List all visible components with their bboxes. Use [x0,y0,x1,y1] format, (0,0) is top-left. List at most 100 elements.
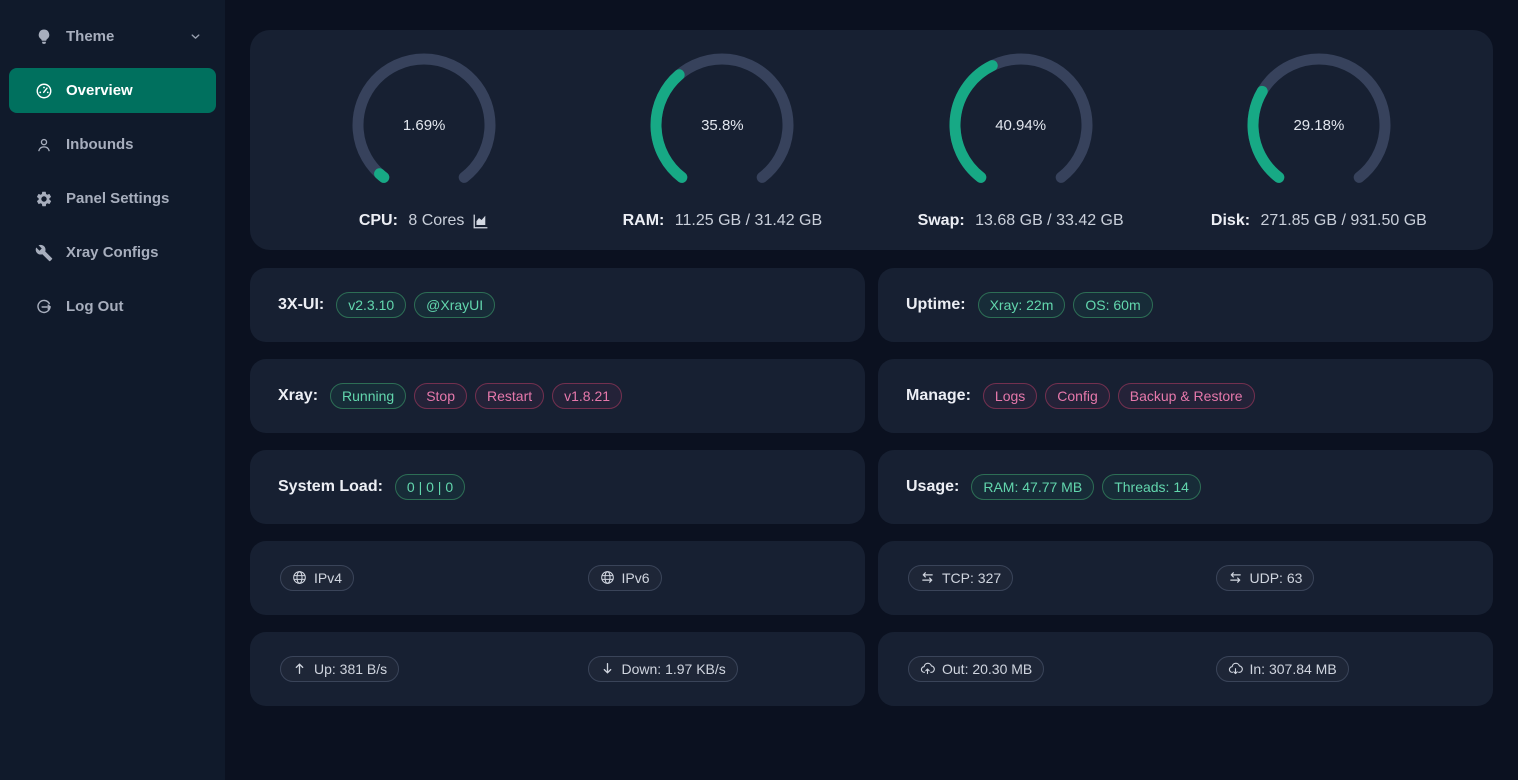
gauge-caption-value: 11.25 GB / 31.42 GB [670,212,822,230]
tag-label: v1.8.21 [564,387,610,406]
info-card-title: 3X-UI: [278,296,324,314]
gauge-caption: Swap: 13.68 GB / 33.42 GB [918,212,1124,230]
info-card-title: Uptime: [906,296,966,314]
dashboard-icon [35,82,53,100]
tag-group: Xray: 22m OS: 60m [978,292,1153,319]
info-card-row4-col1: Out: 20.30 MB In: 307.84 MB [878,632,1493,706]
tag-columns: Up: 381 B/s Down: 1.97 KB/s [250,656,865,683]
info-card-title: Xray: [278,387,318,405]
gauge-ring: 29.18% [1244,50,1394,200]
gauge-caption: Disk: 271.85 GB / 931.50 GB [1211,212,1427,230]
tag-label: Running [342,387,394,406]
gauge-caption-bold: Swap: [918,212,965,230]
wrench-icon [35,244,53,262]
tag-column: UDP: 63 [1186,565,1494,592]
tag-group: 0 | 0 | 0 [395,474,465,501]
tag-config[interactable]: Config [1045,383,1109,410]
gauge-ram: 35.8% RAM: 11.25 GB / 31.42 GB [573,30,871,250]
tag-label: @XrayUI [426,296,483,315]
gauge-caption-bold: CPU: [359,212,398,230]
tag-label: Up: 381 B/s [314,660,387,679]
info-card-title: System Load: [278,478,383,496]
gauge-percent: 1.69% [349,50,499,200]
tag-label: In: 307.84 MB [1250,660,1337,679]
tag-label: TCP: 327 [942,569,1001,588]
gauge-cpu: 1.69% CPU: 8 Cores [275,30,573,250]
cloud-upload-icon [920,661,935,676]
tag-label: 0 | 0 | 0 [407,478,453,497]
tag-group: RAM: 47.77 MB Threads: 14 [971,474,1201,501]
gauge-disk: 29.18% Disk: 271.85 GB / 931.50 GB [1170,30,1468,250]
tag-group: Running Stop Restart v1.8.21 [330,383,622,410]
sidebar-item-label: Log Out [66,298,123,315]
gauge-ring: 1.69% [349,50,499,200]
globe-icon [292,570,307,585]
arrow-up-icon [292,661,307,676]
swap-icon [1228,570,1243,585]
info-card-manage: Manage:LogsConfigBackup & Restore [878,359,1493,433]
tag-column: Out: 20.30 MB [878,656,1186,683]
tag-group: v2.3.10 @XrayUI [336,292,495,319]
bulb-icon [35,28,53,46]
tag-ipv6: IPv6 [588,565,662,592]
chevron-down-icon [189,30,202,43]
tag-0-0-0: 0 | 0 | 0 [395,474,465,501]
info-card-usage: Usage: RAM: 47.77 MB Threads: 14 [878,450,1493,524]
arrow-down-icon [600,661,615,676]
tag-label: IPv4 [314,569,342,588]
tag-label: RAM: 47.77 MB [983,478,1082,497]
gauge-swap: 40.94% Swap: 13.68 GB / 33.42 GB [872,30,1170,250]
tag-columns: IPv4 IPv6 [250,565,865,592]
gauge-caption-bold: RAM: [623,212,665,230]
info-card-row3-col1: TCP: 327 UDP: 63 [878,541,1493,615]
gauge-caption-value: 8 Cores [404,212,464,230]
gauge-percent: 40.94% [946,50,1096,200]
info-grid: 3X-UI: v2.3.10 @XrayUI Uptime: Xray: 22m OS: … [250,268,1493,706]
tag-ipv4: IPv4 [280,565,354,592]
area-chart-icon [472,213,489,230]
tag-v1-8-21[interactable]: v1.8.21 [552,383,622,410]
sidebar-item-log-out[interactable]: Log Out [9,284,216,329]
tag-ram-47-77-mb: RAM: 47.77 MB [971,474,1094,501]
gauge-caption-value: 13.68 GB / 33.42 GB [971,212,1124,230]
gauge-ring: 35.8% [647,50,797,200]
tag-restart[interactable]: Restart [475,383,544,410]
tag-up-381-b-s: Up: 381 B/s [280,656,399,683]
gauge-caption: CPU: 8 Cores [359,212,490,230]
info-card-title: Usage: [906,478,959,496]
tag-column: IPv4 [250,565,558,592]
tag-down-1-97-kb-s: Down: 1.97 KB/s [588,656,738,683]
tag-v2-3-10[interactable]: v2.3.10 [336,292,406,319]
sidebar-item-label: Overview [66,82,133,99]
tag-stop[interactable]: Stop [414,383,467,410]
tag-xrayui[interactable]: @XrayUI [414,292,495,319]
tag-column: Up: 381 B/s [250,656,558,683]
tag-column: IPv6 [558,565,866,592]
tag-column: TCP: 327 [878,565,1186,592]
tag-label: Xray: 22m [990,296,1054,315]
tag-xray-22m: Xray: 22m [978,292,1066,319]
swap-icon [920,570,935,585]
tag-backup-restore[interactable]: Backup & Restore [1118,383,1255,410]
info-card-system-load: System Load: 0 | 0 | 0 [250,450,865,524]
tag-columns: Out: 20.30 MB In: 307.84 MB [878,656,1493,683]
tag-os-60m: OS: 60m [1073,292,1152,319]
info-card-uptime: Uptime: Xray: 22m OS: 60m [878,268,1493,342]
sidebar-item-panel-settings[interactable]: Panel Settings [9,176,216,221]
gauge-ring: 40.94% [946,50,1096,200]
gauge-caption: RAM: 11.25 GB / 31.42 GB [623,212,823,230]
tag-column: In: 307.84 MB [1186,656,1494,683]
sidebar-item-theme[interactable]: Theme [9,14,216,59]
tag-group: Logs Config Backup & Restore [983,383,1255,410]
gauge-caption-bold: Disk: [1211,212,1250,230]
tag-in-307-84-mb: In: 307.84 MB [1216,656,1349,683]
info-card-row4-col0: Up: 381 B/s Down: 1.97 KB/s [250,632,865,706]
tag-label: Down: 1.97 KB/s [622,660,726,679]
tag-threads-14: Threads: 14 [1102,474,1201,501]
tag-label: Out: 20.30 MB [942,660,1032,679]
sidebar-item-xray-configs[interactable]: Xray Configs [9,230,216,275]
info-card-xray: Xray: Running Stop Restart v1.8.21 [250,359,865,433]
sidebar-item-inbounds[interactable]: Inbounds [9,122,216,167]
sidebar-item-overview[interactable]: Overview [9,68,216,113]
tag-logs[interactable]: Logs [983,383,1037,410]
